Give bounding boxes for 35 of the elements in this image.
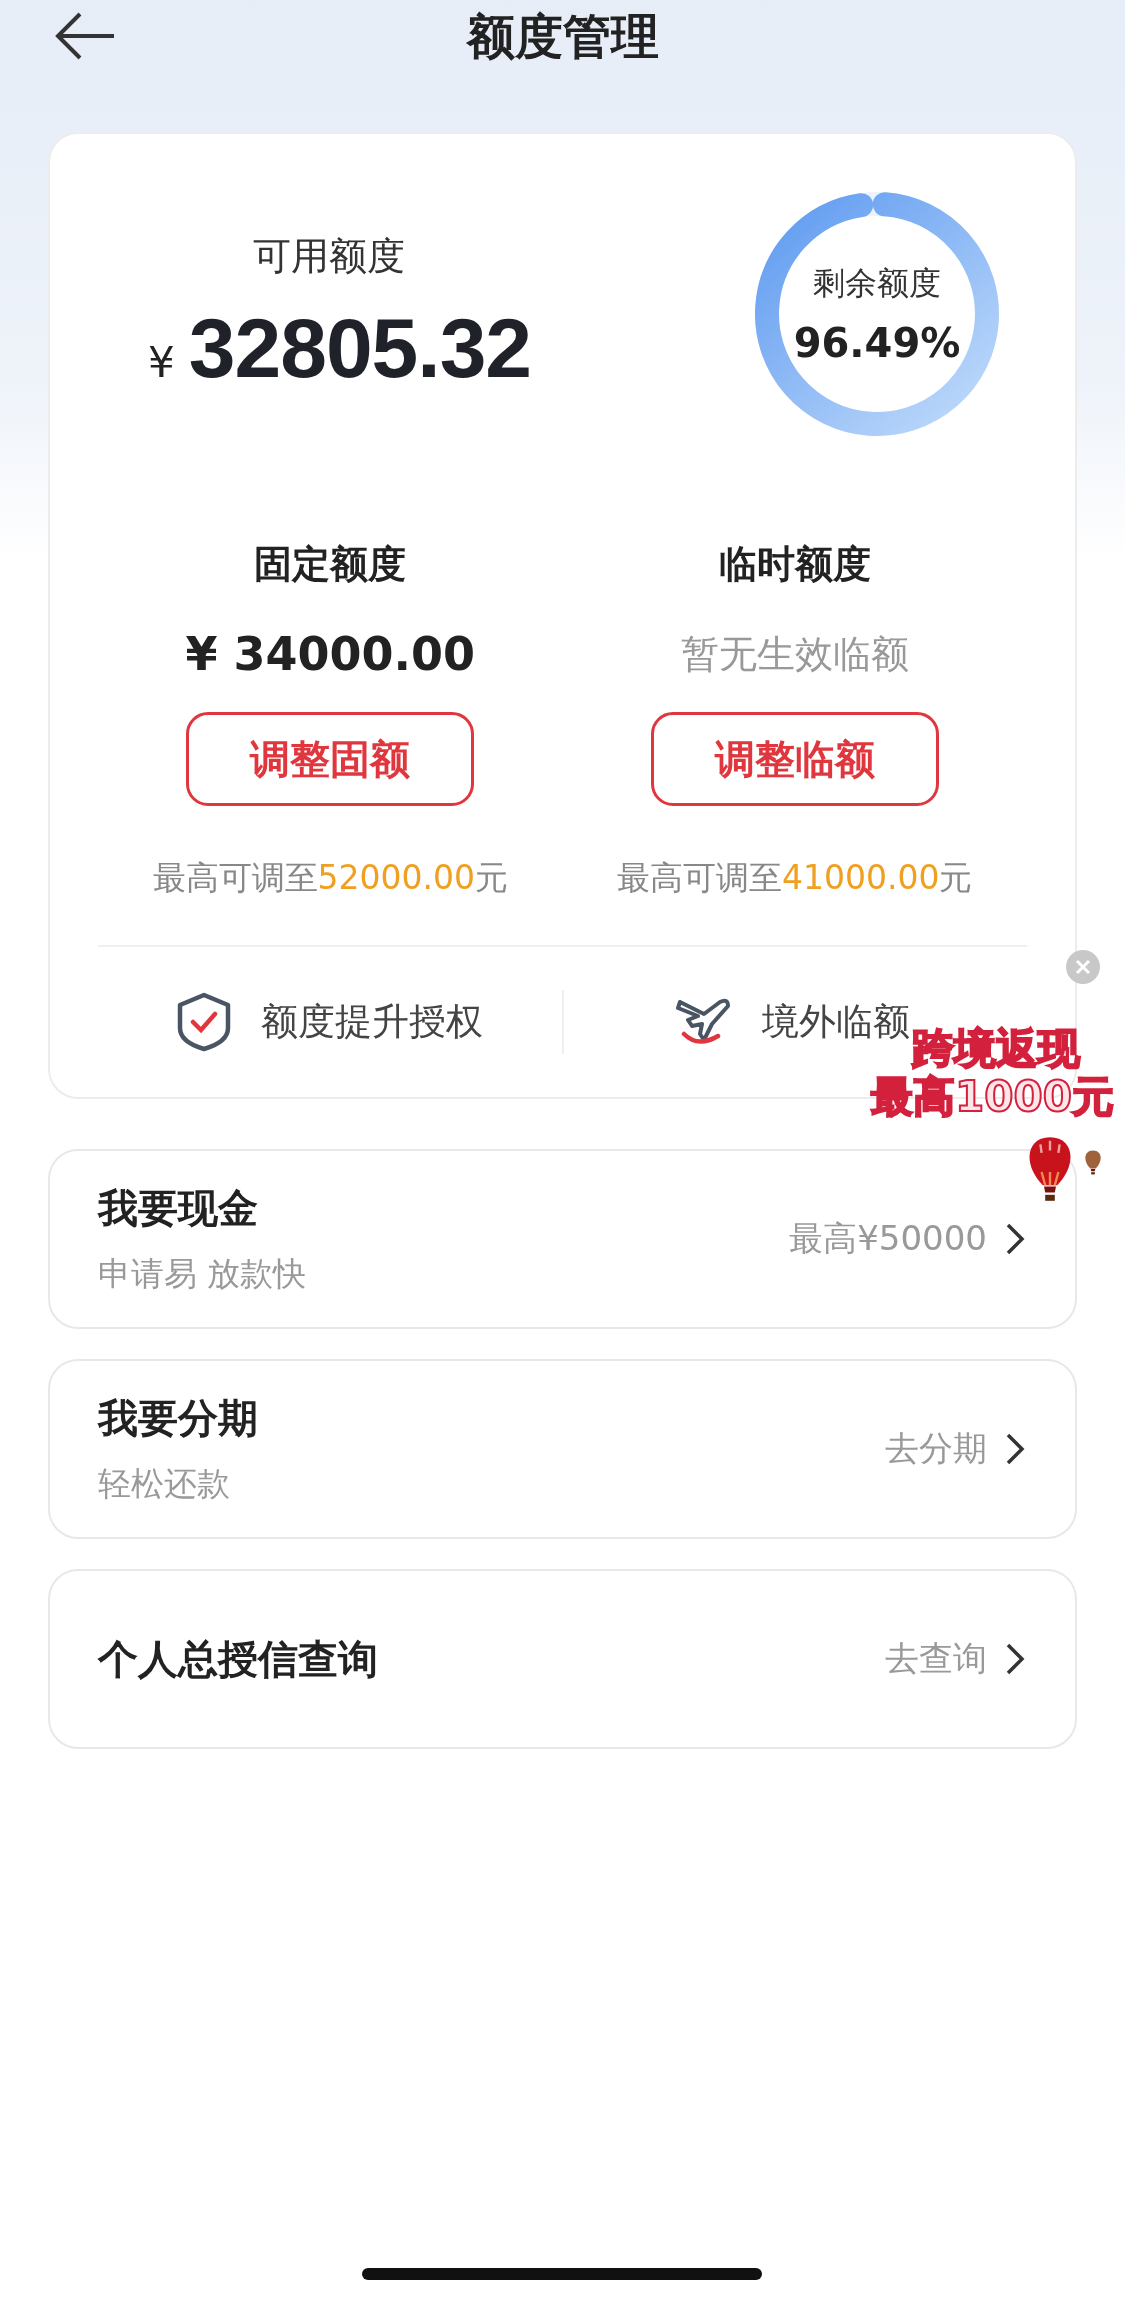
adjust-button[interactable]: 调整临额 <box>650 712 939 806</box>
quota-note: 暂无生效临额 <box>680 630 909 678</box>
quota-title: 临时额度 <box>718 541 871 588</box>
balloon-drawing <box>1084 1150 1102 1175</box>
available-label: 可用额度 <box>253 233 405 280</box>
adjust-button[interactable]: 调整固额 <box>186 712 475 806</box>
menu-entry[interactable]: 我要现金 申请易 放款快 最高¥50000 <box>48 1149 1077 1329</box>
menu-entry[interactable]: 个人总授信查询 去查询 <box>48 1569 1077 1749</box>
entry-action: 去查询 <box>885 1637 987 1680</box>
entry-subtitle: 轻松还款 <box>98 1463 230 1505</box>
shield-check-icon <box>176 992 231 1052</box>
entry-title: 我要现金 <box>98 1184 258 1233</box>
ring-label: 剩余额度 <box>813 263 941 304</box>
back-arrow-icon <box>54 11 116 61</box>
chevron-icon <box>1005 1642 1025 1676</box>
ring-percentage: 96.49% <box>793 320 961 366</box>
entry-action: 去分期 <box>885 1427 987 1470</box>
page-title: 额度管理 <box>466 7 659 66</box>
promo-text[interactable]: 最高1000元 <box>871 1073 1114 1121</box>
promo-text[interactable]: 跨境返现 <box>912 1025 1080 1073</box>
chevron-icon <box>1005 1432 1025 1466</box>
menu-entry[interactable]: 我要分期 轻松还款 去分期 <box>48 1359 1077 1539</box>
currency-symbol: ¥ <box>148 338 175 387</box>
limit-text: 最高可调至52000.00元 <box>152 857 508 899</box>
entry-title: 我要分期 <box>98 1394 258 1443</box>
quota-amount: ¥ 34000.00 <box>185 626 475 682</box>
entry-action: 最高¥50000 <box>789 1217 987 1260</box>
entry-title: 个人总授信查询 <box>98 1634 378 1684</box>
close-icon <box>1075 959 1091 975</box>
limit-text: 最高可调至41000.00元 <box>617 857 973 899</box>
quota-title: 固定额度 <box>254 541 407 588</box>
quick-link[interactable]: 额度提升授权 <box>98 992 562 1052</box>
available-amount: 32805.32 <box>188 300 532 397</box>
entry-subtitle: 申请易 放款快 <box>98 1253 307 1295</box>
chevron-icon <box>1005 1222 1025 1256</box>
